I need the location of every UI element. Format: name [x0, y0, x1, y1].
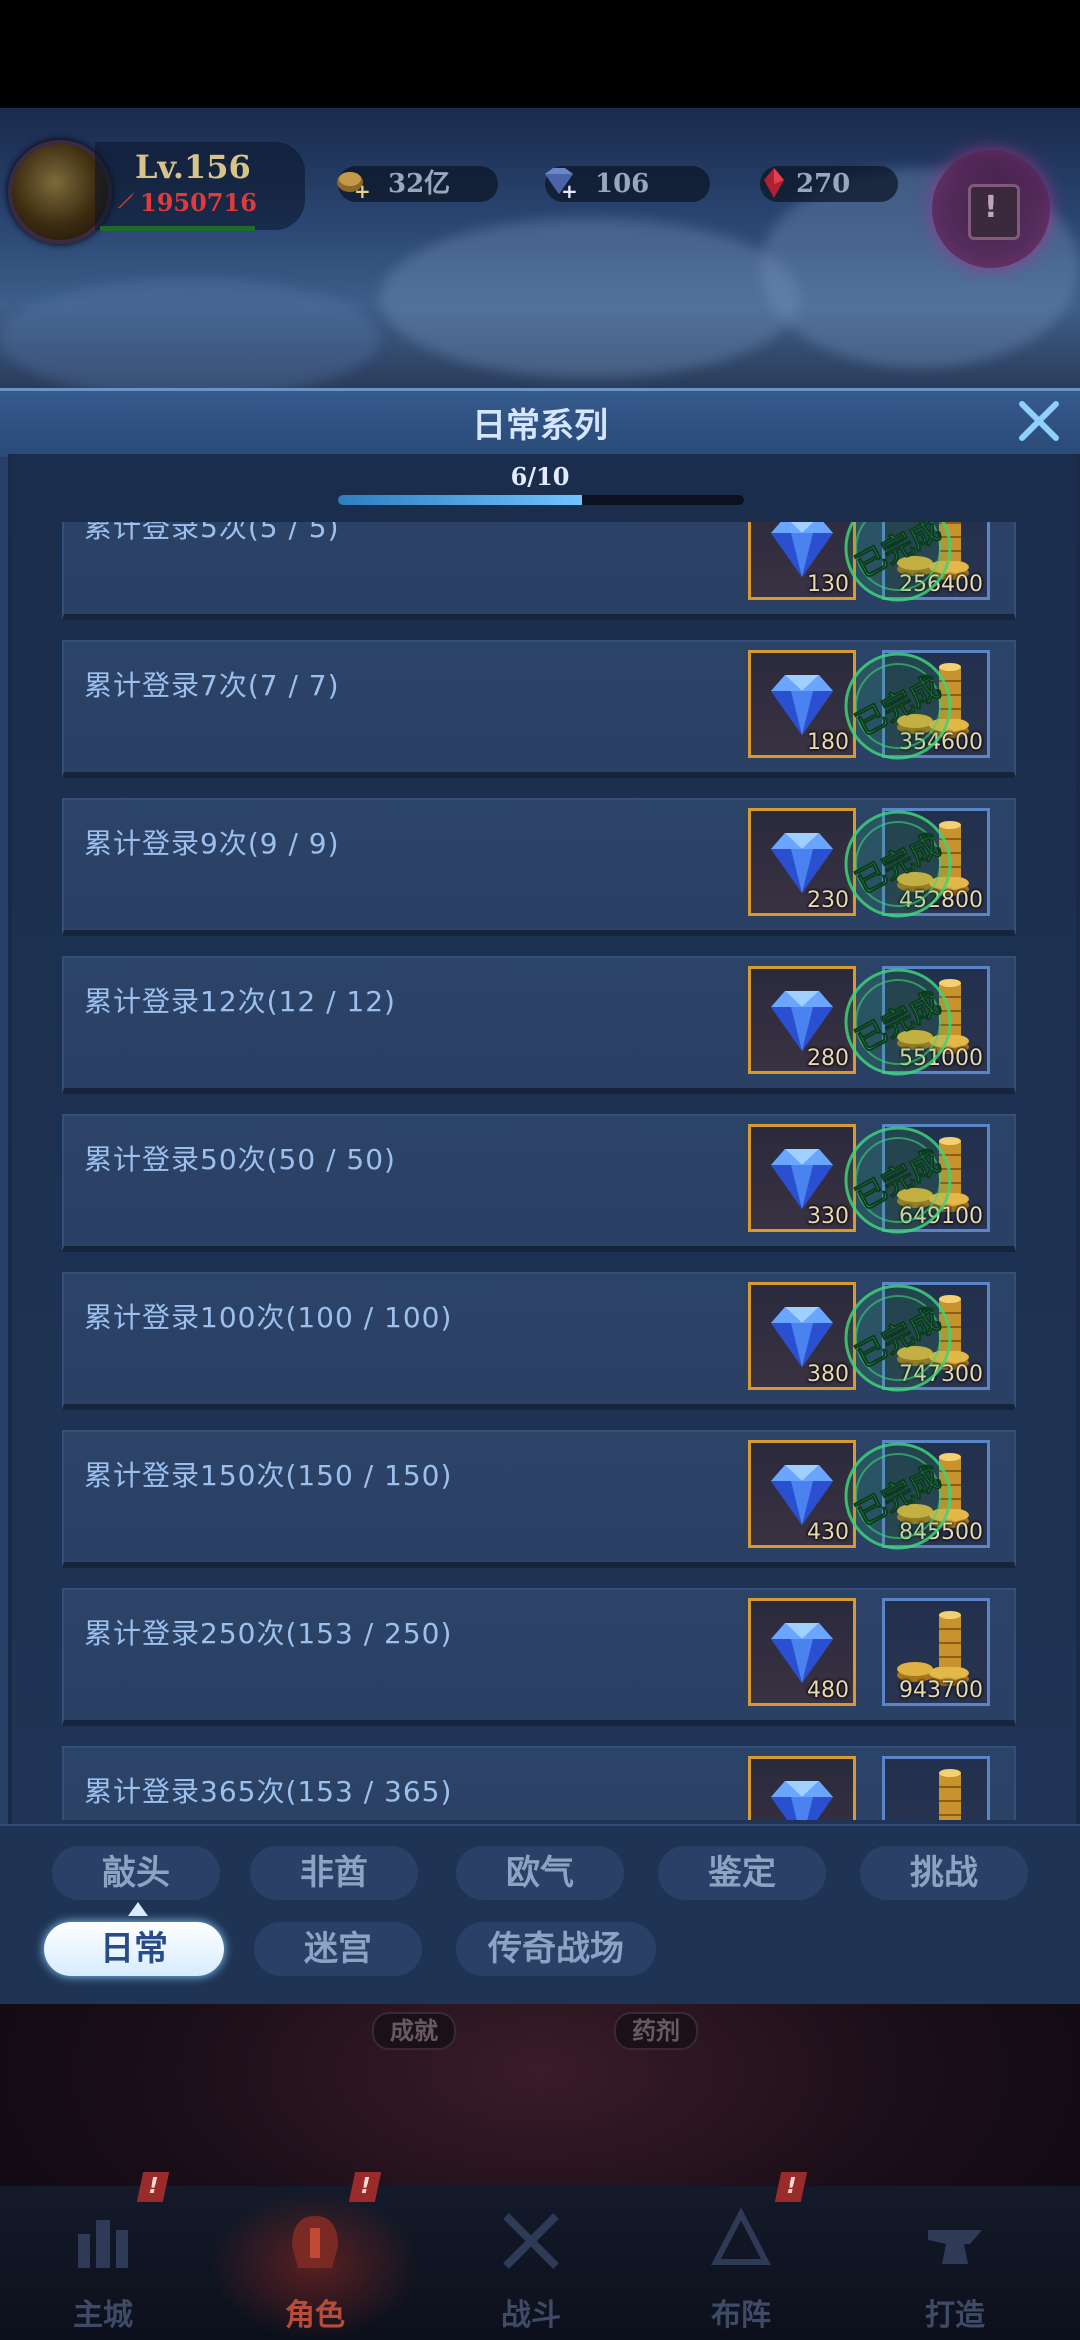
task-label: 累计登录100次(100 / 100) — [84, 1301, 453, 1334]
quest-scroll-button[interactable]: ! — [932, 150, 1050, 268]
gold-counter[interactable]: + 32亿 — [337, 166, 498, 202]
close-icon[interactable] — [1014, 396, 1064, 446]
completed-stamp: 已完成 — [844, 1126, 952, 1234]
task-row[interactable]: 累计登录150次(150 / 150) 430 845500 已完成 — [62, 1430, 1016, 1568]
sword-icon — [118, 192, 134, 208]
ruby-counter[interactable]: 270 — [760, 166, 898, 202]
task-row[interactable]: 累计登录9次(9 / 9) 230 452800 已完成 — [62, 798, 1016, 936]
task-row[interactable]: 累计登录100次(100 / 100) 380 747300 已完成 — [62, 1272, 1016, 1410]
diamond-icon — [771, 1781, 833, 1820]
completed-stamp: 已完成 — [844, 652, 952, 760]
task-label: 累计登录5次(5 / 5) — [84, 522, 340, 544]
tab-5[interactable]: 挑战 — [860, 1846, 1028, 1900]
tab-row2-1[interactable]: 日常 — [44, 1922, 224, 1976]
task-label: 累计登录365次(153 / 365) — [84, 1775, 453, 1808]
svg-text:+: + — [354, 179, 370, 202]
diamond-icon: + — [545, 168, 577, 202]
reward-count: 943700 — [899, 1678, 983, 1703]
achievement-tag[interactable]: 成就 — [372, 2012, 456, 2050]
tab-row2-3[interactable]: 传奇战场 — [456, 1922, 656, 1976]
nav-crossed-swords[interactable]: 战斗 — [456, 2196, 606, 2336]
tab-4[interactable]: 鉴定 — [658, 1846, 826, 1900]
task-row[interactable]: 累计登录250次(153 / 250) 480 943700 — [62, 1588, 1016, 1726]
tab-2[interactable]: 非酋 — [250, 1846, 418, 1900]
ruby-icon — [764, 168, 784, 198]
task-row[interactable]: 累计登录365次(153 / 365) — [62, 1746, 1016, 1820]
task-label: 累计登录12次(12 / 12) — [84, 985, 396, 1018]
progress-label: 6/10 — [510, 462, 570, 491]
task-list[interactable]: 累计登录5次(5 / 5) 130 256400 已完成累计登录7次(7 / 7) 18… — [0, 522, 1080, 1820]
nav-helmet[interactable]: 角色 — [240, 2196, 390, 2336]
completed-stamp: 已完成 — [844, 522, 952, 602]
nav-label: 布阵 — [711, 2298, 771, 2333]
tab-row2-2[interactable]: 迷宫 — [254, 1922, 422, 1976]
diamond-reward-slot[interactable] — [748, 1756, 856, 1820]
nav-label: 打造 — [925, 2298, 985, 2333]
task-label: 累计登录7次(7 / 7) — [84, 669, 340, 702]
helmet-icon — [292, 2216, 338, 2268]
nav-label: 主城 — [73, 2298, 133, 2333]
completed-stamp: 已完成 — [844, 810, 952, 918]
anvil-icon — [928, 2230, 982, 2264]
diamond-counter[interactable]: + 106 — [545, 166, 710, 202]
gold-stack-icon — [939, 1769, 961, 1820]
panel-title: 日常系列 — [472, 406, 608, 446]
progress-bar — [338, 495, 744, 505]
tab-1[interactable]: 敲头 — [52, 1846, 220, 1900]
city-icon — [78, 2220, 128, 2268]
combat-power: 1950716 — [140, 188, 257, 217]
player-level: Lv.156 — [135, 148, 251, 186]
completed-stamp: 已完成 — [844, 1442, 952, 1550]
gold-reward-slot[interactable] — [882, 1756, 990, 1820]
potion-tag[interactable]: 药剂 — [614, 2012, 698, 2050]
nav-label: 角色 — [285, 2298, 345, 2333]
nav-city[interactable]: 主城 — [28, 2196, 178, 2336]
task-label: 累计登录50次(50 / 50) — [84, 1143, 396, 1176]
nav-anvil[interactable]: 打造 — [880, 2196, 1030, 2336]
crossed-swords-icon — [503, 2213, 559, 2269]
completed-stamp: 已完成 — [844, 968, 952, 1076]
nav-label: 战斗 — [501, 2298, 561, 2333]
gold-reward-slot[interactable]: 943700 — [882, 1598, 990, 1706]
status-bar-area — [0, 0, 1080, 108]
power-bar — [100, 226, 255, 231]
reward-count: 480 — [807, 1678, 849, 1703]
task-row[interactable]: 累计登录50次(50 / 50) 330 649100 已完成 — [62, 1114, 1016, 1252]
task-label: 累计登录150次(150 / 150) — [84, 1459, 453, 1492]
completed-stamp: 已完成 — [844, 1284, 952, 1392]
task-label: 累计登录250次(153 / 250) — [84, 1617, 453, 1650]
svg-text:+: + — [561, 179, 577, 202]
task-label: 累计登录9次(9 / 9) — [84, 827, 340, 860]
gold-coin-icon: + — [337, 172, 370, 202]
task-row[interactable]: 累计登录7次(7 / 7) 180 354600 已完成 — [62, 640, 1016, 778]
task-row[interactable]: 累计登录12次(12 / 12) 280 551000 已完成 — [62, 956, 1016, 1094]
task-row[interactable]: 累计登录5次(5 / 5) 130 256400 已完成 — [62, 522, 1016, 620]
active-tab-pointer — [128, 1902, 148, 1916]
nav-formation[interactable]: 布阵 — [666, 2196, 816, 2336]
tab-3[interactable]: 欧气 — [456, 1846, 624, 1900]
diamond-reward-slot[interactable]: 480 — [748, 1598, 856, 1706]
formation-icon — [711, 2207, 771, 2265]
